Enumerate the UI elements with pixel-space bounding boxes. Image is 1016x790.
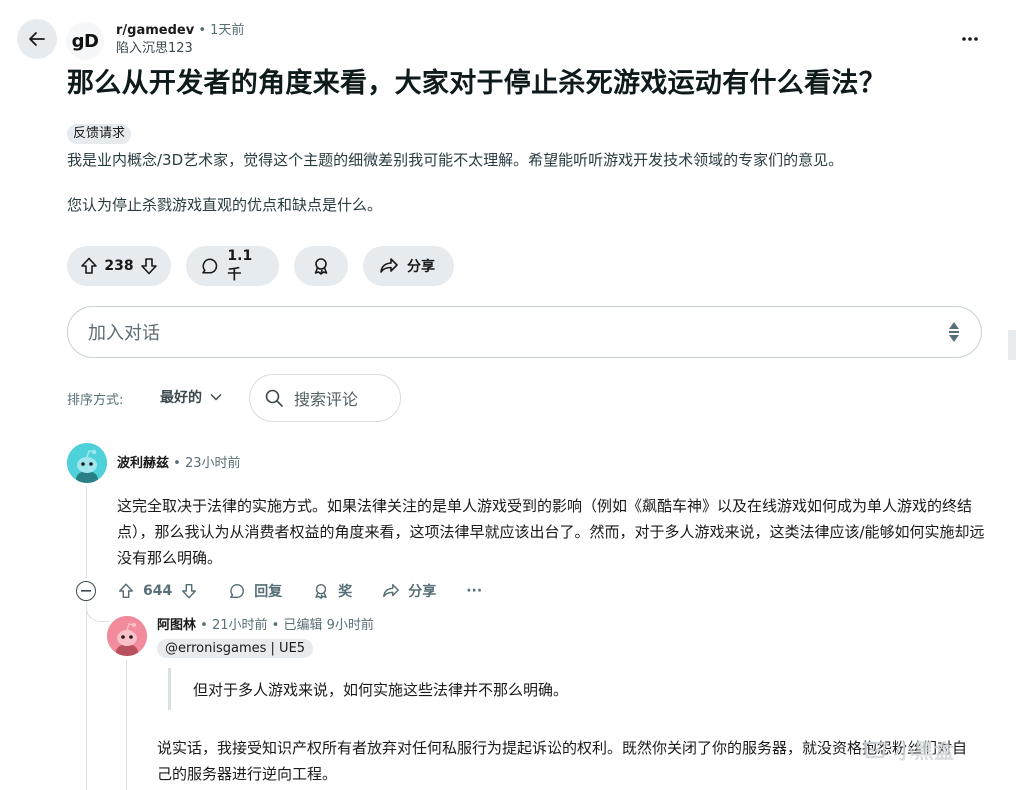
back-button[interactable] xyxy=(17,19,57,59)
vote-control: 238 xyxy=(67,246,171,286)
post-body-paragraph: 我是业内概念/3D艺术家，觉得这个主题的细微差别我可能不太理解。希望能听听游戏开… xyxy=(67,151,844,169)
watermark: 小黑盒 xyxy=(862,735,954,764)
upvote-button[interactable] xyxy=(79,256,99,276)
expand-updown-icon[interactable] xyxy=(947,320,961,344)
search-icon xyxy=(265,389,283,407)
scrollbar[interactable] xyxy=(1008,330,1016,360)
award-icon xyxy=(315,583,327,599)
comment-meta: 波利赫兹 • 23小时前 xyxy=(117,456,241,471)
snoo-avatar-icon xyxy=(107,616,147,656)
downvote-arrow-icon xyxy=(141,258,157,275)
comment-body: 说实话，我接受知识产权所有者放弃对任何私服行为提起诉讼的权利。既然你关闭了你的服… xyxy=(157,739,968,783)
comment-actions: 644 回复 奖 分享 ··· xyxy=(117,580,512,602)
share-arrow-icon xyxy=(383,583,400,598)
share-button[interactable]: 分享 xyxy=(382,581,436,601)
comment-body: 这完全取决于法律的实施方式。如果法律关注的是单人游戏受到的影响（例如《飙酷车神》… xyxy=(117,497,985,567)
comment-vote-control: 644 xyxy=(117,582,198,600)
subreddit-name[interactable]: r/gamedev xyxy=(116,23,194,38)
share-arrow-icon xyxy=(380,258,398,273)
comment-count: 1.1千 xyxy=(227,248,253,283)
more-horizontal-icon: ··· xyxy=(466,583,483,599)
thread-line[interactable] xyxy=(86,486,87,578)
add-comment-input[interactable]: 加入对话 xyxy=(67,306,982,358)
award-icon xyxy=(314,258,328,275)
more-options-button[interactable]: ··· xyxy=(466,583,482,599)
share-label: 分享 xyxy=(407,259,435,275)
post-body-paragraph: 您认为停止杀戮游戏直观的优点和缺点是什么。 xyxy=(67,196,383,214)
comment-input-placeholder: 加入对话 xyxy=(88,323,160,344)
thread-line[interactable] xyxy=(126,660,127,790)
quote-text: 但对于多人游戏来说，如何实施这些法律并不那么明确。 xyxy=(193,680,569,699)
downvote-button[interactable] xyxy=(139,256,159,276)
comment-time: 23小时前 xyxy=(184,456,241,471)
comment-meta: 阿图林 • 21小时前 • 已编辑 9小时前 xyxy=(157,618,374,633)
post-flair[interactable]: 反馈请求 xyxy=(67,124,132,144)
search-comments-input[interactable]: 搜索评论 xyxy=(249,374,401,422)
more-horizontal-icon xyxy=(962,37,978,41)
comment-username[interactable]: 阿图林 xyxy=(157,618,196,633)
comment-bubble-icon xyxy=(202,258,218,274)
vote-count: 238 xyxy=(104,258,134,274)
edited-label: 已编辑 9小时前 xyxy=(283,618,374,633)
more-options-button[interactable] xyxy=(956,28,984,50)
avatar[interactable] xyxy=(67,443,107,483)
share-label: 分享 xyxy=(408,584,437,600)
share-button[interactable]: 分享 xyxy=(363,246,454,286)
post-title: 那么从开发者的角度来看，大家对于停止杀死游戏运动有什么看法？ xyxy=(67,68,886,99)
award-button[interactable] xyxy=(294,246,348,286)
downvote-arrow-icon[interactable] xyxy=(180,582,198,600)
comment-vote-count: 644 xyxy=(143,583,173,599)
chevron-down-icon xyxy=(210,393,222,401)
reply-button[interactable]: 回复 xyxy=(228,581,282,601)
post-meta: r/gamedev • 1天前 陷入沉思123 xyxy=(116,23,245,58)
upvote-arrow-icon[interactable] xyxy=(117,582,135,600)
reply-connector xyxy=(86,598,108,622)
upvote-arrow-icon xyxy=(81,257,97,274)
comment-time: 21小时前 xyxy=(211,618,268,633)
watermark-text: 小黑盒 xyxy=(894,739,954,763)
sort-dropdown[interactable]: 最好的 xyxy=(160,387,222,407)
comment-bubble-icon xyxy=(230,583,245,599)
snoo-avatar-icon xyxy=(67,443,107,483)
search-placeholder: 搜索评论 xyxy=(294,390,359,409)
avatar[interactable] xyxy=(107,616,147,656)
collapse-thread-button[interactable] xyxy=(76,581,96,601)
blockquote: 但对于多人游戏来说，如何实施这些法律并不那么明确。 xyxy=(168,668,568,710)
award-label: 奖 xyxy=(338,584,353,600)
comments-button[interactable]: 1.1千 xyxy=(186,246,279,286)
sort-label: 排序方式: xyxy=(67,393,124,408)
watermark-logo-icon xyxy=(863,741,887,758)
sort-value: 最好的 xyxy=(160,390,202,406)
award-button[interactable]: 奖 xyxy=(312,581,352,601)
minus-icon xyxy=(81,590,91,592)
post-time: 1天前 xyxy=(210,23,245,38)
user-flair: @erronisgames | UE5 xyxy=(157,639,314,658)
reply-label: 回复 xyxy=(254,584,283,600)
thread-line[interactable] xyxy=(86,604,87,790)
subreddit-avatar[interactable]: gD xyxy=(66,22,104,60)
arrow-left-icon xyxy=(29,32,45,46)
post-author[interactable]: 陷入沉思123 xyxy=(116,40,244,58)
comment-username[interactable]: 波利赫兹 xyxy=(117,456,169,471)
